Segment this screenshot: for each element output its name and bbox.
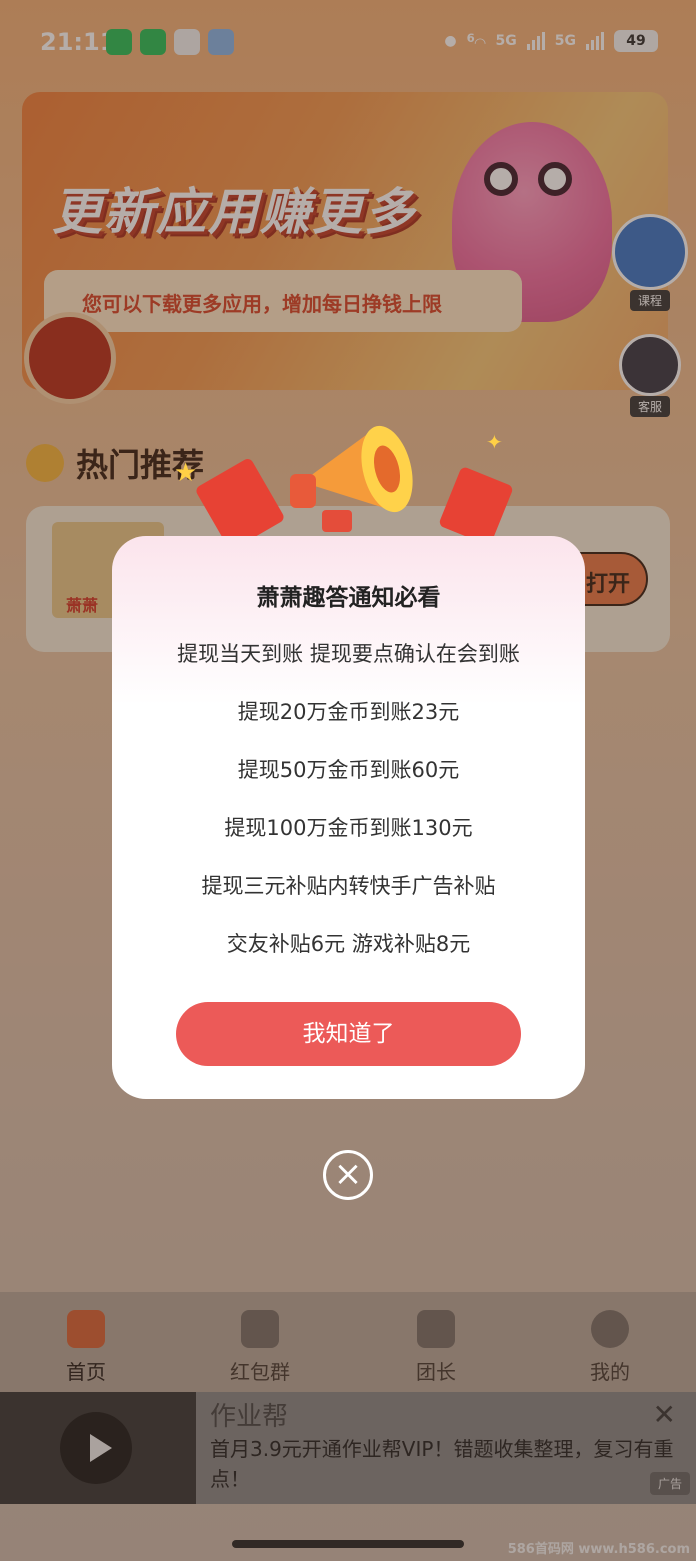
notice-dialog: 萧萧趣答通知必看 提现当天到账 提现要点确认在会到账 提现20万金币到账23元 … (112, 536, 585, 1099)
confirm-button[interactable]: 我知道了 (176, 1002, 521, 1066)
dialog-line: 提现20万金币到账23元 (237, 700, 460, 724)
dialog-line: 提现三元补贴内转快手广告补贴 (201, 874, 496, 898)
megaphone-icon (290, 425, 413, 532)
dialog-line: 提现100万金币到账130元 (224, 816, 473, 840)
dialog-title: 萧萧趣答通知必看 (256, 585, 441, 611)
circle-x-icon[interactable]: × (323, 1150, 373, 1200)
sparkle-icon: ✦ (486, 430, 503, 454)
star-icon: ★ (174, 458, 198, 488)
dialog-line: 提现当天到账 提现要点确认在会到账 (177, 642, 520, 666)
dialog-line: 交友补贴6元 游戏补贴8元 (226, 932, 471, 956)
dialog-line: 提现50万金币到账60元 (237, 758, 460, 782)
